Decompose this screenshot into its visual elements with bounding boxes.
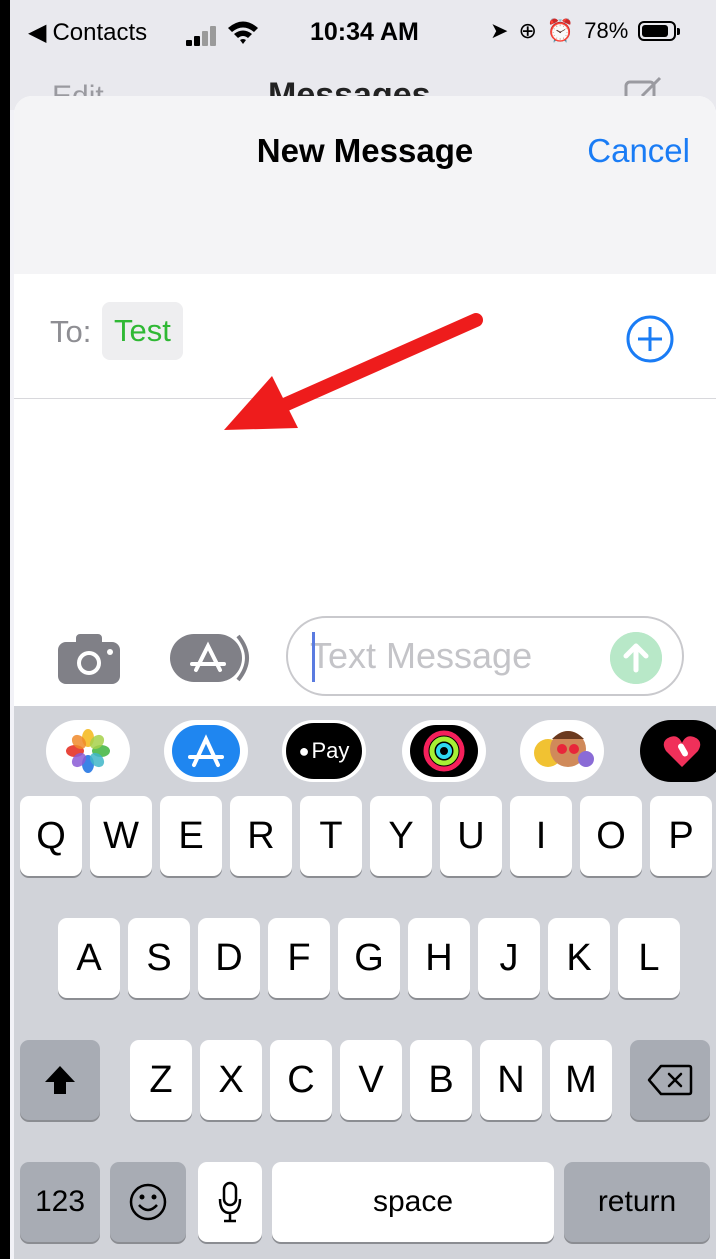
message-text-input[interactable] [310, 628, 600, 684]
wifi-icon [228, 21, 258, 44]
numbers-key[interactable]: 123 [20, 1162, 100, 1242]
key-j[interactable]: J [478, 918, 540, 998]
dictation-key[interactable] [198, 1162, 262, 1242]
alarm-icon: ⏰ [546, 18, 575, 43]
key-m[interactable]: M [550, 1040, 612, 1120]
apple-logo-icon: ● [298, 740, 310, 761]
app-store-icon [172, 725, 240, 777]
phone-screen: ◀ Contacts 10:34 AM ➤ ⊕ ⏰ 78% Edit Messa… [10, 0, 716, 1259]
back-triangle-icon: ◀ [28, 19, 47, 46]
digital-touch-button[interactable] [640, 720, 716, 782]
message-input-container [286, 616, 684, 696]
status-bar: ◀ Contacts 10:34 AM ➤ ⊕ ⏰ 78% [10, 0, 716, 70]
shift-key[interactable] [20, 1040, 100, 1120]
camera-icon[interactable] [56, 630, 122, 686]
text-caret [312, 632, 315, 682]
key-w[interactable]: W [90, 796, 152, 876]
photos-icon [66, 729, 110, 773]
sheet-header: New Message Cancel [14, 96, 716, 275]
add-contact-icon[interactable] [625, 314, 675, 364]
key-q[interactable]: Q [20, 796, 82, 876]
cancel-button[interactable]: Cancel [587, 132, 690, 170]
recipient-row[interactable]: To: Test [14, 274, 716, 399]
recipient-chip[interactable]: Test [102, 302, 183, 360]
imessage-app-strip: ● Pay [14, 706, 716, 796]
status-right-group: ➤ ⊕ ⏰ 78% [490, 18, 681, 44]
emoji-key[interactable] [110, 1162, 186, 1242]
key-i[interactable]: I [510, 796, 572, 876]
cellular-signal-icon [186, 26, 220, 46]
activity-rings-icon [410, 725, 478, 777]
key-v[interactable]: V [340, 1040, 402, 1120]
battery-percent: 78% [584, 18, 629, 43]
photos-app-button[interactable] [46, 720, 130, 782]
memoji-stickers-button[interactable] [520, 720, 604, 782]
key-y[interactable]: Y [370, 796, 432, 876]
key-g[interactable]: G [338, 918, 400, 998]
battery-icon [638, 21, 681, 41]
key-n[interactable]: N [480, 1040, 542, 1120]
delete-key[interactable] [630, 1040, 710, 1120]
key-a[interactable]: A [58, 918, 120, 998]
activity-app-button[interactable] [402, 720, 486, 782]
key-c[interactable]: C [270, 1040, 332, 1120]
key-z[interactable]: Z [130, 1040, 192, 1120]
back-to-app-button[interactable]: ◀ Contacts [28, 18, 147, 47]
to-label: To: [50, 314, 92, 349]
delete-backspace-icon [647, 1064, 693, 1096]
key-h[interactable]: H [408, 918, 470, 998]
memoji-icon [534, 731, 594, 767]
key-l[interactable]: L [618, 918, 680, 998]
compose-bar [14, 610, 716, 706]
key-t[interactable]: T [300, 796, 362, 876]
key-b[interactable]: B [410, 1040, 472, 1120]
keyboard: QWERTYUIOP ASDFGHJKL ZXCVBNM 123 space r… [14, 796, 716, 1259]
key-f[interactable]: F [268, 918, 330, 998]
send-button[interactable] [610, 632, 662, 684]
microphone-icon [218, 1181, 242, 1223]
orientation-lock-icon: ⊕ [518, 18, 537, 43]
back-app-label: Contacts [52, 18, 148, 46]
key-d[interactable]: D [198, 918, 260, 998]
app-store-drawer-icon[interactable] [168, 630, 256, 686]
location-arrow-icon: ➤ [490, 18, 509, 43]
key-u[interactable]: U [440, 796, 502, 876]
apple-pay-button[interactable]: ● Pay [282, 720, 366, 782]
heart-touch-icon [663, 736, 701, 767]
key-x[interactable]: X [200, 1040, 262, 1120]
space-key[interactable]: space [272, 1162, 554, 1242]
apple-pay-label: Pay [311, 738, 350, 763]
app-store-button[interactable] [164, 720, 248, 782]
emoji-smiley-icon [129, 1183, 167, 1221]
key-s[interactable]: S [128, 918, 190, 998]
new-message-sheet: New Message Cancel To: Test Text Message… [14, 96, 716, 1259]
return-key[interactable]: return [564, 1162, 710, 1242]
key-p[interactable]: P [650, 796, 712, 876]
key-k[interactable]: K [548, 918, 610, 998]
key-e[interactable]: E [160, 796, 222, 876]
shift-arrow-icon [45, 1066, 75, 1094]
status-time: 10:34 AM [310, 18, 419, 46]
key-r[interactable]: R [230, 796, 292, 876]
key-o[interactable]: O [580, 796, 642, 876]
